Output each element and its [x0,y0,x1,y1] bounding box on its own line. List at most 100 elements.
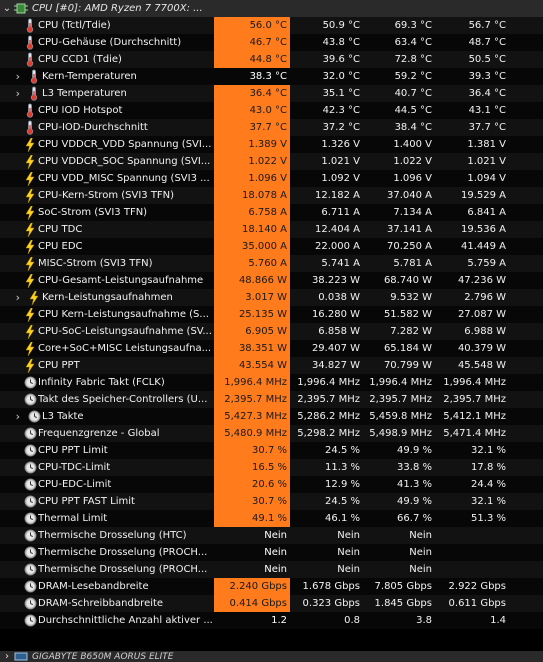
sensor-row[interactable]: CPU PPT Limit 30.7 % 24.5 % 49.9 % 32.1 % [0,442,543,459]
sensor-row[interactable]: Thermische Drosselung (PROCH... Nein Nein N… [0,561,543,578]
chevron-right-icon[interactable]: › [0,68,22,85]
avg-value: 0.611 Gbps [448,598,506,609]
min-value: 5,286.2 MHz [297,411,360,422]
sensor-row[interactable]: CPU-IOD-Durchschnitt 37.7 °C 37.2 °C 38.4 °… [0,119,543,136]
sensor-row[interactable]: DRAM-Schreibbandbreite 0.414 Gbps 0.323 Gb… [0,595,543,612]
chevron-down-icon[interactable]: ⌄ [0,3,14,14]
sensor-row[interactable]: CPU-SoC-Leistungsaufnahme (SV... 6.905 W 6… [0,323,543,340]
current-value: 35.000 A [214,238,290,255]
sensor-row[interactable]: › Kern-Temperaturen 38.3 °C 32.0 °C 59.2 °C 3… [0,68,543,85]
clock-icon [22,595,38,612]
sensor-row[interactable]: CPU-EDC-Limit 20.6 % 12.9 % 41.3 % 24.4 % [0,476,543,493]
sensor-row[interactable]: CPU Kern-Leistungsaufnahme (S... 25.135 W… [0,306,543,323]
sensor-panel: ⌄ CPU [#0]: AMD Ryzen 7 7700X: ... CPU (… [0,0,543,662]
min-value: 1.092 V [321,173,360,184]
avg-value: 1.094 V [467,173,506,184]
sensor-row[interactable]: CPU IOD Hotspot 43.0 °C 42.3 °C 44.5 °C 43.1… [0,102,543,119]
current-value: 2,395.7 MHz [214,391,290,408]
sensor-row[interactable]: SoC-Strom (SVI3 TFN) 6.758 A 6.711 A 7.134 … [0,204,543,221]
chevron-right-icon[interactable]: › [0,651,14,662]
cpu-chip-icon [14,3,28,14]
sensor-row[interactable]: CPU-Kern-Strom (SVI3 TFN) 18.078 A 12.182 … [0,187,543,204]
max-value: 38.4 °C [394,122,432,133]
sensor-row[interactable]: Infinity Fabric Takt (FCLK) 1,996.4 MHz 1,… [0,374,543,391]
current-value: 49.1 % [214,510,290,527]
current-value: 43.554 W [214,357,290,374]
row-spacer [0,561,22,578]
avg-value: 19.529 A [460,190,506,201]
sensor-label: Thermal Limit [38,513,108,524]
sensor-row[interactable]: CPU-Gesamt-Leistungsaufnahme 48.866 W 38.2… [0,272,543,289]
row-spacer [0,442,22,459]
max-value: 5.781 A [393,258,432,269]
sensor-row[interactable]: Thermal Limit 49.1 % 46.1 % 66.7 % 51.3 % [0,510,543,527]
current-value: 38.3 °C [249,71,287,82]
max-value: 7.134 A [393,207,432,218]
sensor-row[interactable]: CPU VDD_MISC Spannung (SVI3 ... 1.096 V 1.… [0,170,543,187]
chevron-right-icon[interactable]: › [0,289,22,306]
row-spacer [0,527,22,544]
chevron-right-icon[interactable]: › [0,408,22,425]
lightning-icon [22,153,38,170]
max-value: 70.250 A [386,241,432,252]
sensor-row[interactable]: DRAM-Lesebandbreite 2.240 Gbps 1.678 Gbps 7… [0,578,543,595]
sensor-row[interactable]: CPU EDC 35.000 A 22.000 A 70.250 A 41.449 A [0,238,543,255]
sensor-row[interactable]: Core+SoC+MISC Leistungsaufna... 38.351 W 2… [0,340,543,357]
max-value: 5,459.8 MHz [369,411,432,422]
lightning-icon [22,204,38,221]
clock-icon [22,612,38,629]
max-value: 51.582 W [383,309,432,320]
current-value: 36.4 °C [214,85,290,102]
min-value: 6.711 A [321,207,360,218]
current-value: 38.351 W [214,340,290,357]
clock-icon [22,442,38,459]
max-value: 5,498.9 MHz [369,428,432,439]
sensor-row[interactable]: Takt des Speicher-Controllers (U... 2,395… [0,391,543,408]
sensor-row[interactable]: CPU (Tctl/Tdie) 56.0 °C 50.9 °C 69.3 °C 56.7… [0,17,543,34]
current-value: 0.414 Gbps [214,595,290,612]
max-value: Nein [409,547,432,558]
min-value: 42.3 °C [322,105,360,116]
chevron-right-icon[interactable]: › [0,85,22,102]
sensor-row[interactable]: CPU-TDC-Limit 16.5 % 11.3 % 33.8 % 17.8 % [0,459,543,476]
current-value: 3.017 W [214,289,290,306]
sensor-row[interactable]: CPU TDC 18.140 A 12.404 A 37.141 A 19.536 A [0,221,543,238]
sensor-row[interactable]: MISC-Strom (SVI3 TFN) 5.760 A 5.741 A 5.781… [0,255,543,272]
current-value: 5,480.9 MHz [214,425,290,442]
sensor-row[interactable]: Thermische Drosselung (PROCH... Nein Nein N… [0,544,543,561]
current-value: 48.866 W [214,272,290,289]
row-spacer [0,51,22,68]
lightning-icon [22,306,38,323]
sensor-row[interactable]: Durchschnittliche Anzahl aktiver ... 1.2 0… [0,612,543,629]
sensor-row[interactable]: CPU PPT 43.554 W 34.827 W 70.799 W 45.548 W [0,357,543,374]
lightning-icon [22,340,38,357]
section-header-motherboard[interactable]: › GIGABYTE B650M AORUS ELITE [0,651,543,662]
sensor-row[interactable]: CPU VDDCR_VDD Spannung (SVI... 1.389 V 1.3… [0,136,543,153]
row-spacer [0,204,22,221]
min-value: 1.021 V [321,156,360,167]
max-value: Nein [409,564,432,575]
sensor-label: CPU CCD1 (Tdie) [38,54,122,65]
clock-icon [22,561,38,578]
sensor-row[interactable]: CPU PPT FAST Limit 30.7 % 24.5 % 49.9 % 32.1… [0,493,543,510]
current-value: 25.135 W [214,306,290,323]
row-spacer [0,255,22,272]
clock-icon [22,459,38,476]
sensor-row[interactable]: › Kern-Leistungsaufnahmen 3.017 W 0.038 W 9.… [0,289,543,306]
avg-value: 40.379 W [457,343,506,354]
lightning-icon [22,170,38,187]
avg-value: 6.841 A [467,207,506,218]
sensor-row[interactable]: › L3 Temperaturen 36.4 °C 35.1 °C 40.7 °C 36.… [0,85,543,102]
sensor-label: Takt des Speicher-Controllers (U... [38,394,208,405]
sensor-row[interactable]: Frequenzgrenze - Global 5,480.9 MHz 5,298.… [0,425,543,442]
avg-value: 39.3 °C [468,71,506,82]
avg-value: 32.1 % [471,496,506,507]
sensor-row[interactable]: CPU VDDCR_SOC Spannung (SVI... 1.022 V 1.0… [0,153,543,170]
sensor-row[interactable]: CPU CCD1 (Tdie) 44.8 °C 39.6 °C 72.8 °C 50.5… [0,51,543,68]
sensor-row[interactable]: › L3 Takte 5,427.3 MHz 5,286.2 MHz 5,459.8 M… [0,408,543,425]
sensor-row[interactable]: Thermische Drosselung (HTC) Nein Nein Nein [0,527,543,544]
row-spacer [0,136,22,153]
sensor-row[interactable]: CPU-Gehäuse (Durchschnitt) 46.7 °C 43.8 °C… [0,34,543,51]
max-value: 59.2 °C [394,71,432,82]
section-header-cpu[interactable]: ⌄ CPU [#0]: AMD Ryzen 7 7700X: ... [0,0,543,17]
